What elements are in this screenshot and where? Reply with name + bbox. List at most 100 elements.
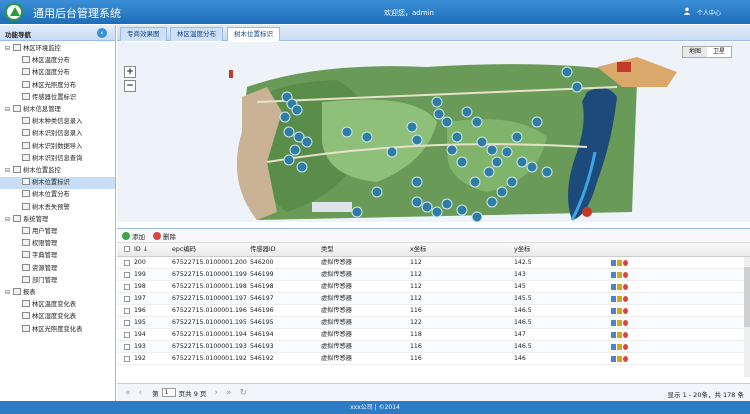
table-row[interactable]: 197 67522715.0100001.197 546197 虚拟传感器 112 145… <box>117 293 750 305</box>
nav-group[interactable]: ⊟ 树木位置监控 <box>0 165 115 177</box>
edit-icon[interactable] <box>617 344 622 350</box>
view-icon[interactable] <box>611 344 616 350</box>
nav-item[interactable]: 林区温度分布 <box>0 55 115 67</box>
sensor-marker-icon[interactable] <box>441 116 453 128</box>
first-page-button[interactable]: « <box>125 388 131 398</box>
edit-icon[interactable] <box>617 320 622 326</box>
edit-icon[interactable] <box>617 356 622 362</box>
sensor-marker-icon[interactable] <box>371 186 383 198</box>
table-row[interactable]: 196 67522715.0100001.196 546196 虚拟传感器 116 146… <box>117 305 750 317</box>
sensor-marker-icon[interactable] <box>296 161 308 173</box>
sensor-marker-icon[interactable] <box>441 198 453 210</box>
nav-item[interactable]: 树木丢失预警 <box>0 202 115 214</box>
sensor-marker-icon[interactable] <box>341 126 353 138</box>
next-page-button[interactable]: › <box>214 388 218 398</box>
row-checkbox[interactable] <box>117 353 131 364</box>
edit-icon[interactable] <box>617 260 622 266</box>
view-icon[interactable] <box>611 308 616 314</box>
sensor-marker-icon[interactable] <box>501 146 513 158</box>
edit-icon[interactable] <box>617 332 622 338</box>
zoom-in-button[interactable]: + <box>124 66 136 78</box>
delete-row-icon[interactable] <box>623 296 628 302</box>
view-icon[interactable] <box>611 260 616 266</box>
sensor-marker-icon[interactable] <box>361 131 373 143</box>
view-icon[interactable] <box>611 284 616 290</box>
delete-row-icon[interactable] <box>623 332 628 338</box>
sensor-marker-icon[interactable] <box>469 176 481 188</box>
sensor-marker-icon[interactable] <box>301 136 313 148</box>
sensor-marker-icon[interactable] <box>411 196 423 208</box>
sensor-marker-icon[interactable] <box>476 136 488 148</box>
user-icon[interactable] <box>683 7 691 15</box>
sensor-marker-icon[interactable] <box>351 206 363 218</box>
tab-effect-image[interactable]: 专商效果图 <box>120 27 167 41</box>
col-type[interactable]: 类型 <box>318 243 407 256</box>
table-row[interactable]: 192 67522715.0100001.192 546192 虚拟传感器 116 146 <box>117 353 750 365</box>
sensor-marker-icon[interactable] <box>516 156 528 168</box>
nav-item[interactable]: 传感器位置标识 <box>0 92 115 104</box>
delete-row-icon[interactable] <box>623 356 628 362</box>
sensor-marker-icon[interactable] <box>471 116 483 128</box>
table-row[interactable]: 195 67522715.0100001.195 546195 虚拟传感器 122 146… <box>117 317 750 329</box>
row-checkbox[interactable] <box>117 269 131 280</box>
sensor-marker-icon[interactable] <box>433 108 445 120</box>
sensor-marker-icon[interactable] <box>431 96 443 108</box>
nav-item[interactable]: 树木位置标识 <box>0 177 115 190</box>
expand-icon[interactable]: ⊟ <box>5 165 13 177</box>
map-type-satellite-button[interactable]: 卫星 <box>707 47 731 57</box>
nav-item[interactable]: 字典管理 <box>0 250 115 262</box>
delete-row-icon[interactable] <box>623 272 628 278</box>
sensor-marker-icon[interactable] <box>446 144 458 156</box>
edit-icon[interactable] <box>617 308 622 314</box>
sensor-marker-icon[interactable] <box>421 201 433 213</box>
sensor-marker-icon[interactable] <box>483 166 495 178</box>
sensor-marker-icon[interactable] <box>461 106 473 118</box>
row-checkbox[interactable] <box>117 317 131 328</box>
row-checkbox[interactable] <box>117 257 131 268</box>
sensor-marker-icon[interactable] <box>486 144 498 156</box>
refresh-button[interactable]: ↻ <box>240 388 248 398</box>
map-view[interactable]: + − 地图 卫星 <box>117 42 750 222</box>
tab-temperature[interactable]: 林区温度分布 <box>170 27 223 41</box>
row-checkbox[interactable] <box>117 329 131 340</box>
sensor-marker-icon[interactable] <box>511 131 523 143</box>
expand-icon[interactable]: ⊟ <box>5 214 13 226</box>
nav-item[interactable]: 资源管理 <box>0 263 115 275</box>
col-sensor-id[interactable]: 传感器ID <box>247 243 318 256</box>
expand-icon[interactable]: ⊟ <box>5 104 13 116</box>
sensor-marker-icon[interactable] <box>291 104 303 116</box>
edit-icon[interactable] <box>617 272 622 278</box>
sensor-marker-icon[interactable] <box>283 126 295 138</box>
delete-row-icon[interactable] <box>623 284 628 290</box>
nav-item[interactable]: 林区光照度变化表 <box>0 324 115 336</box>
col-x[interactable]: x坐标 <box>407 243 511 256</box>
nav-item[interactable]: 部门管理 <box>0 275 115 287</box>
nav-item[interactable]: 树木识别信息录入 <box>0 128 115 140</box>
sensor-marker-icon[interactable] <box>561 66 573 78</box>
row-checkbox[interactable] <box>117 341 131 352</box>
sensor-marker-icon[interactable] <box>471 211 483 222</box>
grid-scrollbar[interactable] <box>744 257 750 377</box>
row-checkbox[interactable] <box>117 281 131 292</box>
delete-row-icon[interactable] <box>623 260 628 266</box>
col-y[interactable]: y坐标 <box>511 243 608 256</box>
view-icon[interactable] <box>611 296 616 302</box>
sensor-marker-icon[interactable] <box>506 176 518 188</box>
view-icon[interactable] <box>611 320 616 326</box>
select-all-checkbox[interactable] <box>117 243 131 256</box>
nav-group[interactable]: ⊟ 林区环境监控 <box>0 43 115 55</box>
nav-item[interactable]: 林区温度变化表 <box>0 299 115 311</box>
sensor-marker-icon[interactable] <box>451 131 463 143</box>
sensor-marker-icon[interactable] <box>486 196 498 208</box>
expand-icon[interactable]: ⊟ <box>5 43 13 55</box>
sensor-marker-icon[interactable] <box>411 176 423 188</box>
delete-row-icon[interactable] <box>623 344 628 350</box>
tab-tree-location[interactable]: 树木位置标识 <box>227 27 280 41</box>
zoom-out-button[interactable]: − <box>124 80 136 92</box>
edit-icon[interactable] <box>617 296 622 302</box>
view-icon[interactable] <box>611 332 616 338</box>
col-epc[interactable]: epc编码 <box>169 243 247 256</box>
nav-item[interactable]: 用户管理 <box>0 226 115 238</box>
collapse-sidebar-button[interactable]: ‹ <box>97 28 107 38</box>
view-icon[interactable] <box>611 356 616 362</box>
